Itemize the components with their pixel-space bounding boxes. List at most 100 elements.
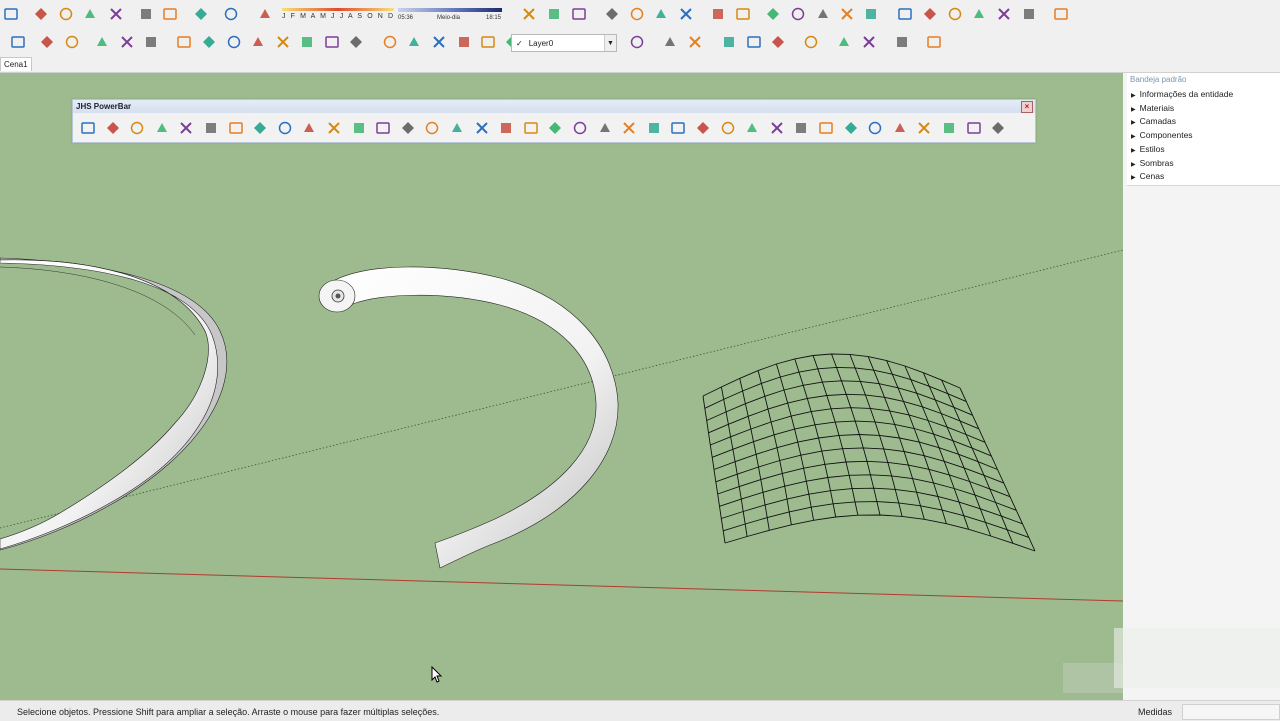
move-icon[interactable] <box>274 33 292 51</box>
orbit-icon[interactable] <box>628 33 646 51</box>
tray-item[interactable]: ▶ Estilos <box>1131 144 1165 154</box>
orange-x-icon[interactable] <box>595 118 615 138</box>
frame2-icon[interactable] <box>865 118 885 138</box>
yellow-diamond-icon[interactable] <box>127 118 147 138</box>
chevron-down-icon[interactable]: ▼ <box>604 35 616 51</box>
dimension-icon[interactable] <box>381 33 399 51</box>
sun-burst-icon[interactable] <box>841 118 861 138</box>
new-file-icon[interactable] <box>2 5 20 23</box>
share-model-icon[interactable] <box>862 5 880 23</box>
red-square-icon[interactable] <box>250 118 270 138</box>
sphere-icon[interactable] <box>925 33 943 51</box>
tape-icon[interactable] <box>347 33 365 51</box>
polygon-icon[interactable] <box>175 33 193 51</box>
front-view-icon[interactable] <box>570 5 588 23</box>
blue-hex-icon[interactable] <box>78 118 98 138</box>
red-hook-icon[interactable] <box>693 118 713 138</box>
tray-item[interactable]: ▶ Cenas <box>1131 171 1164 181</box>
frame-icon[interactable] <box>299 118 319 138</box>
tree-icon[interactable] <box>1052 5 1070 23</box>
text-icon[interactable] <box>430 33 448 51</box>
tab-scene[interactable]: Cena1 <box>0 57 32 71</box>
red-cross-icon[interactable] <box>422 118 442 138</box>
red-diamond-icon[interactable] <box>176 118 196 138</box>
pan-icon[interactable] <box>661 33 679 51</box>
green-diamond-icon[interactable] <box>152 118 172 138</box>
right-view-icon[interactable] <box>603 5 621 23</box>
jhs-powerbar-window[interactable]: JHS PowerBar × <box>72 99 1036 143</box>
shadow-time-slider[interactable] <box>398 8 502 14</box>
erase-icon[interactable] <box>107 5 125 23</box>
red-x2-icon[interactable] <box>939 118 959 138</box>
cut-icon[interactable] <box>32 5 50 23</box>
zoom-icon[interactable] <box>686 33 704 51</box>
box-icon[interactable] <box>668 118 688 138</box>
compass-icon[interactable] <box>644 118 664 138</box>
xray-style-icon[interactable] <box>677 5 695 23</box>
back-view-icon[interactable] <box>628 5 646 23</box>
layer-manager-icon[interactable] <box>769 33 787 51</box>
hidden-line-style-icon[interactable] <box>734 5 752 23</box>
line-icon[interactable] <box>63 33 81 51</box>
red-target-icon[interactable] <box>816 118 836 138</box>
white-diamond-icon[interactable] <box>201 118 221 138</box>
section-icon[interactable] <box>921 5 939 23</box>
tray-item[interactable]: ▶ Sombras <box>1131 158 1174 168</box>
green-cross-icon[interactable] <box>447 118 467 138</box>
component-browser-icon[interactable] <box>38 33 56 51</box>
arc-icon[interactable] <box>142 33 160 51</box>
rotate-icon[interactable] <box>298 33 316 51</box>
redo-icon[interactable] <box>161 5 179 23</box>
rectangle-icon[interactable] <box>93 33 111 51</box>
grid-icon[interactable] <box>275 118 295 138</box>
paint-icon[interactable] <box>802 33 820 51</box>
orange-spiral-icon[interactable] <box>226 118 246 138</box>
cloud-icon[interactable] <box>1020 5 1038 23</box>
hand-icon[interactable] <box>324 118 344 138</box>
curve-tool-icon[interactable] <box>349 118 369 138</box>
close-icon[interactable]: × <box>1021 101 1033 113</box>
tray-item[interactable]: ▶ Camadas <box>1131 116 1176 126</box>
orange-grid-icon[interactable] <box>890 118 910 138</box>
top-view-icon[interactable] <box>545 5 563 23</box>
print-icon[interactable] <box>192 5 210 23</box>
warehouse-icon[interactable] <box>838 5 856 23</box>
section-plane-icon[interactable] <box>479 33 497 51</box>
axes-icon[interactable] <box>455 33 473 51</box>
paste-icon[interactable] <box>81 5 99 23</box>
layer-dropdown[interactable]: ✓ Layer0 ▼ <box>511 34 617 52</box>
offset-icon[interactable] <box>249 33 267 51</box>
shadow-date-slider[interactable]: J F M A M J J A S O N D <box>282 6 394 22</box>
ring-icon[interactable] <box>619 118 639 138</box>
circle-icon[interactable] <box>118 33 136 51</box>
wireframe-style-icon[interactable] <box>709 5 727 23</box>
pushpull-icon[interactable] <box>200 33 218 51</box>
copy-icon[interactable] <box>57 5 75 23</box>
pyramid-icon[interactable] <box>521 118 541 138</box>
tray-item[interactable]: ▶ Componentes <box>1131 130 1193 140</box>
select-icon[interactable] <box>9 33 27 51</box>
drawing-viewport[interactable] <box>0 73 1123 700</box>
zoom-window-icon[interactable] <box>720 33 738 51</box>
shaded-style-icon[interactable] <box>764 5 782 23</box>
points-icon[interactable] <box>398 118 418 138</box>
scale-icon[interactable] <box>323 33 341 51</box>
tray-item[interactable]: ▶ Informações da entidade <box>1131 89 1233 99</box>
house-icon[interactable] <box>896 5 914 23</box>
cone-icon[interactable] <box>496 118 516 138</box>
component-icon[interactable] <box>946 5 964 23</box>
iso-view-icon[interactable] <box>520 5 538 23</box>
eraser-icon[interactable] <box>256 5 274 23</box>
explode-icon[interactable] <box>791 118 811 138</box>
cube-stack-icon[interactable] <box>718 118 738 138</box>
move-cube-icon[interactable] <box>742 118 762 138</box>
curve2-icon[interactable] <box>964 118 984 138</box>
leaf-icon[interactable] <box>893 33 911 51</box>
triangle-icon[interactable] <box>545 118 565 138</box>
left-view-icon[interactable] <box>652 5 670 23</box>
orange-grid2-icon[interactable] <box>914 118 934 138</box>
powerbar-titlebar[interactable]: JHS PowerBar × <box>73 100 1035 113</box>
copy-cube-icon[interactable] <box>767 118 787 138</box>
zoom-extents-icon[interactable] <box>745 33 763 51</box>
protractor-icon[interactable] <box>405 33 423 51</box>
